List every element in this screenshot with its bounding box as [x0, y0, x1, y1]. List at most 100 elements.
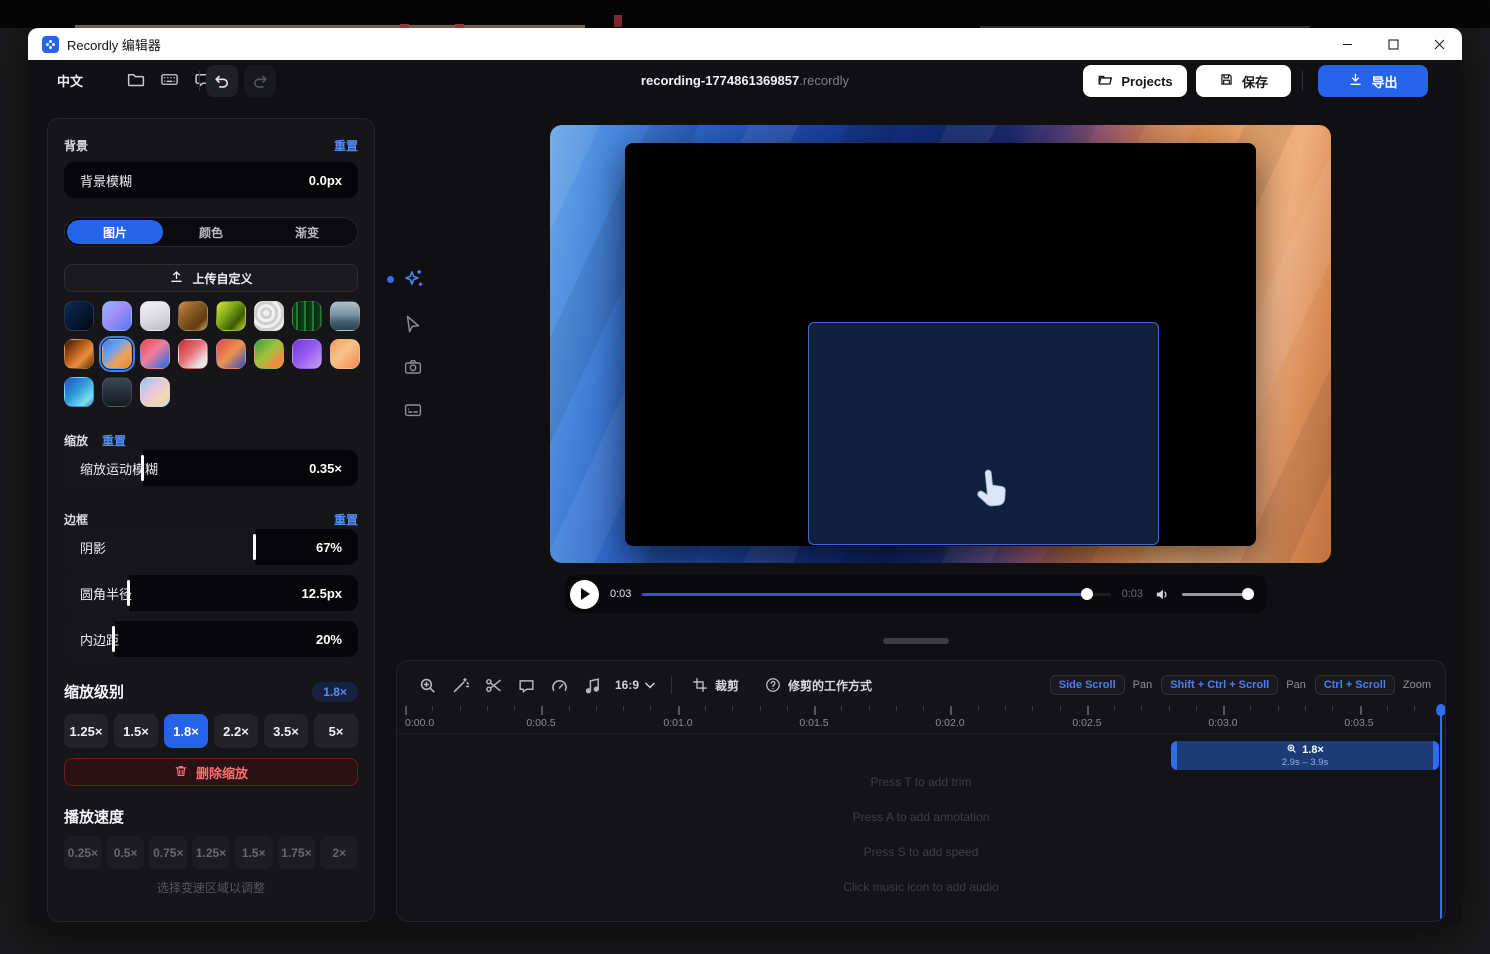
zoom-motion-blur-slider[interactable]: 缩放运动模糊 0.35× [64, 450, 358, 486]
music-icon[interactable] [582, 675, 602, 695]
delete-zoom-button[interactable]: 删除缩放 [64, 758, 358, 786]
background-thumbnail[interactable] [102, 301, 132, 331]
background-tab[interactable]: 图片 [67, 220, 163, 244]
zoom-reset-link[interactable]: 重置 [102, 432, 126, 449]
background-thumbnail[interactable] [292, 301, 322, 331]
background-thumbnail[interactable] [216, 339, 246, 369]
zoom-level-option[interactable]: 3.5× [264, 714, 308, 748]
speed-option[interactable]: 1.5× [235, 836, 273, 870]
effects-tool-icon[interactable] [401, 267, 425, 291]
caption-tool-icon[interactable] [401, 398, 425, 422]
speed-gauge-icon[interactable] [549, 675, 569, 695]
background-thumbnail[interactable] [64, 301, 94, 331]
language-toggle[interactable]: 中文 [57, 71, 83, 90]
export-button[interactable]: 导出 [1318, 65, 1428, 97]
volume-icon[interactable] [1154, 586, 1171, 603]
save-icon [1219, 72, 1234, 90]
save-button[interactable]: 保存 [1196, 65, 1291, 97]
background-tab[interactable]: 渐变 [259, 220, 355, 244]
background-thumbnail[interactable] [102, 339, 132, 369]
speed-option[interactable]: 1.25× [192, 836, 230, 870]
timeline-playhead[interactable] [1440, 706, 1442, 921]
timeline-zoom-in-icon[interactable] [417, 675, 437, 695]
progress-slider[interactable] [642, 588, 1110, 600]
zoom-level-option[interactable]: 1.5× [114, 714, 158, 748]
progress-knob[interactable] [1081, 588, 1093, 600]
background-thumbnail[interactable] [178, 301, 208, 331]
speed-option[interactable]: 0.5× [107, 836, 145, 870]
ruler-label: 0:03.0 [1208, 717, 1237, 729]
background-blur-slider[interactable]: 背景模糊 0.0px [64, 162, 358, 198]
background-tab[interactable]: 颜色 [163, 220, 259, 244]
zoom-level-option[interactable]: 1.8× [164, 714, 208, 748]
slider-label: 背景模糊 [64, 171, 309, 190]
shortcut-action: Zoom [1403, 679, 1431, 691]
speed-option[interactable]: 0.75× [149, 836, 187, 870]
crop-button[interactable]: 裁剪 [692, 677, 739, 694]
chevron-down-icon [645, 678, 655, 692]
background-thumbnail[interactable] [330, 301, 360, 331]
background-thumbnail[interactable] [140, 377, 170, 407]
annotation-icon[interactable] [516, 675, 536, 695]
segment-time-range: 2.9s – 3.9s [1282, 757, 1328, 768]
background-thumbnail[interactable] [140, 339, 170, 369]
timeline-ruler[interactable]: 0:00.00:00.50:01.00:01.50:02.00:02.50:03… [397, 706, 1445, 734]
progress-fill [642, 593, 1087, 596]
volume-slider[interactable] [1182, 588, 1254, 600]
maximize-button[interactable] [1370, 28, 1416, 60]
ruler-label: 0:00.0 [405, 717, 434, 729]
zoom-level-option[interactable]: 2.2× [214, 714, 258, 748]
shortcut-action: Pan [1286, 679, 1306, 691]
frame-slider[interactable]: 阴影 67% [64, 529, 358, 565]
background-thumbnail[interactable] [64, 339, 94, 369]
cursor-tool-icon[interactable] [400, 311, 424, 335]
divider [1302, 71, 1303, 91]
camera-tool-icon[interactable] [401, 355, 425, 379]
background-thumbnail[interactable] [102, 377, 132, 407]
timeline-panel: 16:9 裁剪 修剪的工作方式 Side Scroll P [396, 660, 1446, 922]
background-reset-link[interactable]: 重置 [334, 137, 358, 154]
minimize-button[interactable] [1324, 28, 1370, 60]
background-thumbnail[interactable] [64, 377, 94, 407]
speed-option[interactable]: 1.75× [278, 836, 316, 870]
screen: Recordly 编辑器 中文 [0, 0, 1490, 954]
background-thumbnail[interactable] [140, 301, 170, 331]
segment-right-handle[interactable] [1433, 741, 1439, 770]
play-button[interactable] [570, 580, 599, 609]
speed-option[interactable]: 0.25× [64, 836, 102, 870]
background-thumbnail[interactable] [254, 301, 284, 331]
download-icon [1348, 72, 1363, 90]
shortcut-action: Pan [1133, 679, 1153, 691]
keyboard-shortcuts-icon[interactable] [160, 70, 179, 94]
zoom-level-option[interactable]: 1.25× [64, 714, 108, 748]
close-button[interactable] [1416, 28, 1462, 60]
background-thumbnail[interactable] [292, 339, 322, 369]
scissors-icon[interactable] [483, 675, 503, 695]
frame-slider[interactable]: 内边距 20% [64, 621, 358, 657]
background-thumbnail[interactable] [178, 339, 208, 369]
slider-value: 67% [316, 540, 358, 555]
speed-option[interactable]: 2× [320, 836, 358, 870]
background-thumbnail[interactable] [330, 339, 360, 369]
magic-wand-icon[interactable] [450, 675, 470, 695]
slider-label: 缩放运动模糊 [64, 459, 309, 478]
segment-left-handle[interactable] [1171, 741, 1177, 770]
background-thumbnail[interactable] [254, 339, 284, 369]
timeline-zoom-segment[interactable]: 1.8× 2.9s – 3.9s [1171, 741, 1439, 770]
panel-resize-handle[interactable] [883, 638, 949, 644]
volume-knob[interactable] [1242, 588, 1254, 600]
open-folder-icon[interactable] [126, 70, 145, 94]
upload-label: 上传自定义 [192, 270, 252, 287]
zoom-level-option[interactable]: 5× [314, 714, 358, 748]
trim-help-button[interactable]: 修剪的工作方式 [765, 677, 872, 694]
aspect-ratio-dropdown[interactable]: 16:9 [615, 678, 655, 692]
background-thumbnail[interactable] [216, 301, 246, 331]
redo-button[interactable] [244, 65, 276, 97]
preview-canvas[interactable] [550, 125, 1331, 563]
frame-slider[interactable]: 圆角半径 12.5px [64, 575, 358, 611]
frame-reset-link[interactable]: 重置 [334, 511, 358, 528]
app-window: Recordly 编辑器 中文 [28, 28, 1462, 926]
upload-custom-button[interactable]: 上传自定义 [64, 264, 358, 292]
projects-button[interactable]: Projects [1083, 65, 1187, 97]
undo-button[interactable] [206, 65, 238, 97]
